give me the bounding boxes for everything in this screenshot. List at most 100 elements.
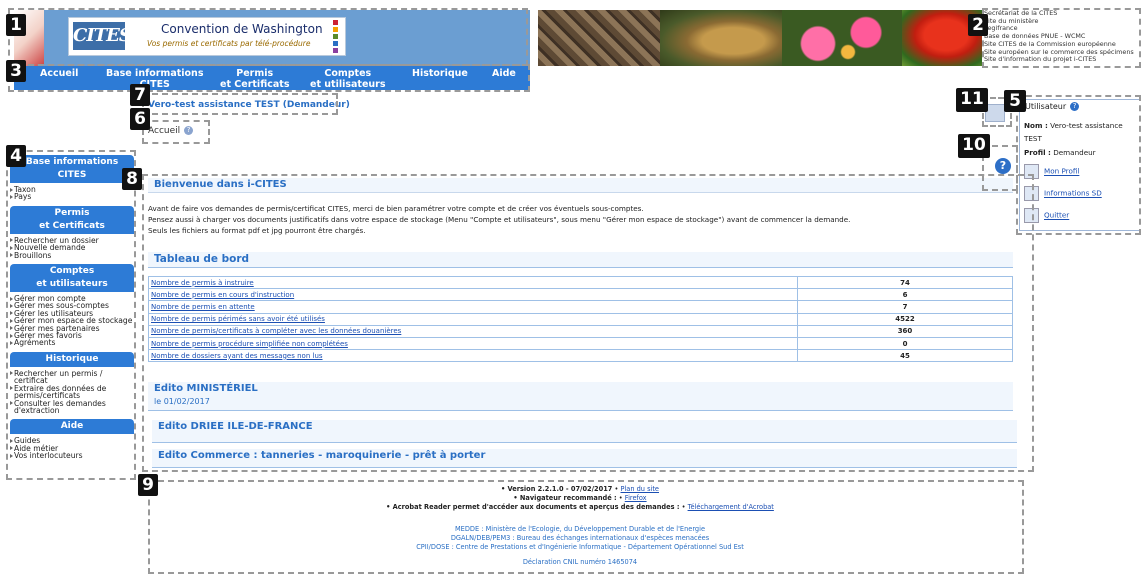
version-text: • Version 2.2.1.0 - 07/02/2017 bbox=[501, 485, 613, 493]
sidebar-section-aide: Aide Guides Aide métier Vos interlocuteu… bbox=[10, 419, 134, 460]
dashboard-value: 0 bbox=[797, 336, 1013, 351]
table-row: Nombre de dossiers ayant des messages no… bbox=[148, 349, 1013, 363]
table-row: Nombre de permis en cours d'instruction 6 bbox=[148, 288, 1013, 302]
sidebar-item-extraire-donnees[interactable]: Extraire des données de permis/certifica… bbox=[10, 384, 134, 400]
app-title: Convention de Washington bbox=[161, 22, 323, 36]
dashboard-header: Tableau de bord bbox=[148, 252, 1013, 268]
edito-title: Edito DRIEE ILE-DE-FRANCE bbox=[158, 421, 313, 432]
nav-label: Aide bbox=[492, 68, 516, 79]
nav-item-aide[interactable]: Aide bbox=[492, 68, 516, 79]
sidebar: Base informations CITES Taxon Pays Permi… bbox=[10, 155, 134, 460]
informations-sd-link[interactable]: Informations SD bbox=[1024, 186, 1102, 201]
dashboard-link[interactable]: Nombre de permis en cours d'instruction bbox=[151, 291, 294, 299]
sidebar-title-line: et Certificats bbox=[39, 220, 105, 231]
welcome-header: Bienvenue dans i-CITES bbox=[148, 178, 1013, 193]
edito-title: Edito MINISTÉRIEL bbox=[154, 383, 258, 394]
dashboard-value: 6 bbox=[797, 288, 1013, 302]
sidebar-item-interlocuteurs[interactable]: Vos interlocuteurs bbox=[10, 452, 134, 460]
nav-item-comptes[interactable]: Comptes et utilisateurs bbox=[310, 68, 386, 90]
sidebar-section-title[interactable]: Permis et Certificats bbox=[10, 205, 134, 234]
nav-item-historique[interactable]: Historique bbox=[412, 68, 468, 79]
lion-photo bbox=[660, 10, 782, 66]
table-row: Nombre de permis périmés sans avoir été … bbox=[148, 312, 1013, 326]
sidebar-section-title[interactable]: Historique bbox=[10, 351, 134, 367]
mon-profil-link[interactable]: Mon Profil bbox=[1024, 164, 1079, 179]
user-name-block: Nom : Vero-test assistance TEST bbox=[1024, 119, 1140, 145]
plan-du-site-link[interactable]: Plan du site bbox=[621, 485, 660, 493]
edito-driee[interactable]: Edito DRIEE ILE-DE-FRANCE bbox=[152, 420, 1017, 443]
edito-commerce[interactable]: Edito Commerce : tanneries - maroquineri… bbox=[152, 449, 1017, 468]
dashboard-value: 7 bbox=[797, 300, 1013, 314]
sidebar-section-historique: Historique Rechercher un permis / certif… bbox=[10, 351, 134, 415]
dashboard-link[interactable]: Nombre de permis procédure simplifiée no… bbox=[151, 340, 348, 348]
sidebar-item-brouillons[interactable]: Brouillons bbox=[10, 251, 134, 259]
footer-org-line: DGALN/DEB/PEM3 : Bureau des échanges int… bbox=[450, 534, 710, 542]
nav-label: et Certificats bbox=[220, 79, 290, 90]
link-label[interactable]: Mon Profil bbox=[1044, 167, 1079, 176]
intro-line: Pensez aussi à charger vos documents jus… bbox=[148, 215, 851, 224]
quitter-link[interactable]: Quitter bbox=[1024, 208, 1069, 223]
annotation-badge: 6 bbox=[130, 108, 150, 130]
sidebar-item-pays[interactable]: Pays bbox=[10, 193, 134, 201]
current-user-line: Vero-test assistance TEST (Demandeur) bbox=[148, 100, 350, 110]
nav-item-permis[interactable]: Permis et Certificats bbox=[220, 68, 289, 90]
welcome-title: Bienvenue dans i-CITES bbox=[154, 179, 287, 190]
dashboard-link[interactable]: Nombre de dossiers ayant des messages no… bbox=[151, 352, 323, 360]
nav-item-accueil[interactable]: Accueil bbox=[40, 68, 78, 79]
help-icon[interactable]: ? bbox=[995, 158, 1011, 174]
sidebar-title-line: Permis bbox=[54, 207, 90, 218]
snake-skin-photo bbox=[538, 10, 660, 66]
cactus-flower-photo bbox=[782, 10, 902, 66]
print-button[interactable] bbox=[985, 104, 1005, 122]
firefox-link[interactable]: Firefox bbox=[625, 494, 647, 502]
dashboard-value: 4522 bbox=[797, 312, 1013, 326]
sidebar-section-title[interactable]: Aide bbox=[10, 419, 134, 435]
nav-label: Permis bbox=[236, 68, 274, 79]
sidebar-item-agrements[interactable]: Agréments bbox=[10, 339, 134, 347]
acrobat-link[interactable]: Téléchargement d'Acrobat bbox=[688, 503, 774, 511]
external-link[interactable]: Site d'information du projet i-CITES bbox=[984, 56, 1141, 64]
acrobat-text: • Acrobat Reader permet d'accéder aux do… bbox=[386, 503, 680, 511]
dashboard-link[interactable]: Nombre de permis à instruire bbox=[151, 279, 254, 287]
table-row: Nombre de permis en attente 7 bbox=[148, 300, 1013, 314]
sidebar-title-line: CITES bbox=[57, 170, 87, 180]
annotation-badge: 4 bbox=[6, 145, 26, 167]
annotation-badge: 5 bbox=[1004, 90, 1026, 112]
dashboard-link[interactable]: Nombre de permis périmés sans avoir été … bbox=[151, 315, 325, 323]
intro-line: Avant de faire vos demandes de permis/ce… bbox=[148, 204, 644, 213]
profile-icon bbox=[1024, 164, 1039, 179]
sidebar-title-line: Base informations bbox=[25, 157, 119, 167]
help-icon[interactable]: ? bbox=[184, 126, 194, 135]
annotation-badge: 3 bbox=[6, 60, 26, 82]
sidebar-item-rechercher-permis[interactable]: Rechercher un permis / certificat bbox=[10, 370, 134, 385]
help-icon[interactable]: ? bbox=[1070, 102, 1080, 111]
sidebar-section-comptes: Comptes et utilisateurs Gérer mon compte… bbox=[10, 264, 134, 347]
profile-label: Profil : bbox=[1024, 148, 1051, 157]
link-label[interactable]: Quitter bbox=[1044, 211, 1069, 220]
sidebar-section-title[interactable]: Comptes et utilisateurs bbox=[10, 264, 134, 293]
dashboard-value: 45 bbox=[797, 349, 1013, 363]
nav-label: Historique bbox=[412, 68, 468, 79]
sidebar-section-base: Base informations CITES Taxon Pays bbox=[10, 155, 134, 201]
sidebar-title-line: et utilisateurs bbox=[36, 279, 108, 290]
edito-ministeriel[interactable]: Edito MINISTÉRIEL le 01/02/2017 bbox=[148, 382, 1013, 411]
breadcrumb-label: Accueil bbox=[148, 126, 181, 136]
annotation-badge: 1 bbox=[6, 14, 26, 36]
nav-label: Base informations bbox=[106, 68, 204, 79]
breadcrumb: Accueil? bbox=[148, 126, 194, 136]
dashboard-table: Nombre de permis à instruire 74 Nombre de… bbox=[148, 275, 1013, 363]
link-label[interactable]: Informations SD bbox=[1044, 189, 1102, 198]
nav-item-base-informations[interactable]: Base informations CITES bbox=[106, 68, 203, 90]
nav-label: et utilisateurs bbox=[310, 79, 386, 90]
app-logo-box[interactable]: CITES Convention de Washington Vos permi… bbox=[68, 17, 346, 56]
annotation-badge: 2 bbox=[968, 14, 988, 36]
sidebar-section-title[interactable]: Base informations CITES bbox=[10, 155, 134, 183]
dashboard-link[interactable]: Nombre de permis en attente bbox=[151, 303, 255, 311]
table-row: Nombre de permis procédure simplifiée no… bbox=[148, 336, 1013, 351]
user-profile-block: Profil : Demandeur bbox=[1024, 148, 1096, 157]
cites-logo: CITES bbox=[73, 22, 132, 50]
top-nav: Accueil Base informations CITES Permis e… bbox=[14, 66, 530, 90]
sidebar-item-demandes-extraction[interactable]: Consulter les demandes d'extraction bbox=[10, 399, 134, 415]
app-subtitle: Vos permis et certificats par télé-procé… bbox=[147, 39, 311, 48]
dashboard-link[interactable]: Nombre de permis/certificats à compléter… bbox=[151, 327, 401, 335]
